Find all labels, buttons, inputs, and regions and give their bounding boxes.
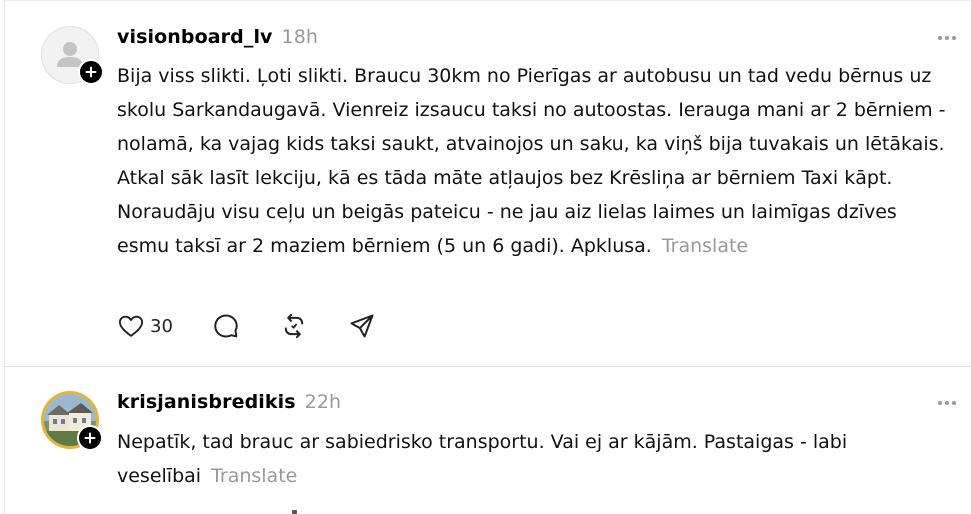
timestamp[interactable]: 18h [282, 26, 319, 48]
like-button[interactable]: 30 [117, 312, 212, 340]
post-actions: 30 [117, 309, 376, 343]
avatar[interactable] [41, 26, 104, 85]
follow-plus-icon[interactable] [77, 425, 103, 451]
post-text: Bija viss slikti. Ļoti slikti. Braucu 30… [117, 65, 946, 257]
more-options-icon[interactable] [936, 399, 958, 407]
post-body: Bija viss slikti. Ļoti slikti. Braucu 30… [117, 59, 952, 263]
translate-link[interactable]: Translate [211, 465, 297, 487]
share-button[interactable] [348, 312, 376, 340]
repost-button[interactable] [280, 312, 348, 340]
avatar[interactable] [41, 391, 103, 451]
post: krisjanisbredikis 22h Nepatīk, tad brauc … [0, 367, 971, 514]
reply-button[interactable] [212, 312, 280, 340]
heart-icon [118, 315, 144, 337]
comment-bubble-icon [214, 314, 238, 338]
timestamp[interactable]: 22h [305, 391, 342, 413]
post: visionboard_lv 18h Bija viss slikti. Ļoti… [0, 0, 971, 366]
next-post-edge [292, 510, 297, 514]
username[interactable]: visionboard_lv [117, 26, 273, 48]
repost-icon [284, 313, 304, 339]
post-header: visionboard_lv 18h [117, 26, 318, 48]
follow-plus-icon[interactable] [78, 59, 104, 85]
translate-link[interactable]: Translate [662, 235, 748, 257]
post-header: krisjanisbredikis 22h [117, 391, 341, 413]
more-options-icon[interactable] [936, 34, 958, 42]
like-count: 30 [150, 315, 173, 337]
post-body: Nepatīk, tad brauc ar sabiedrisko transp… [117, 425, 952, 493]
username[interactable]: krisjanisbredikis [117, 391, 296, 413]
send-icon [350, 314, 374, 338]
